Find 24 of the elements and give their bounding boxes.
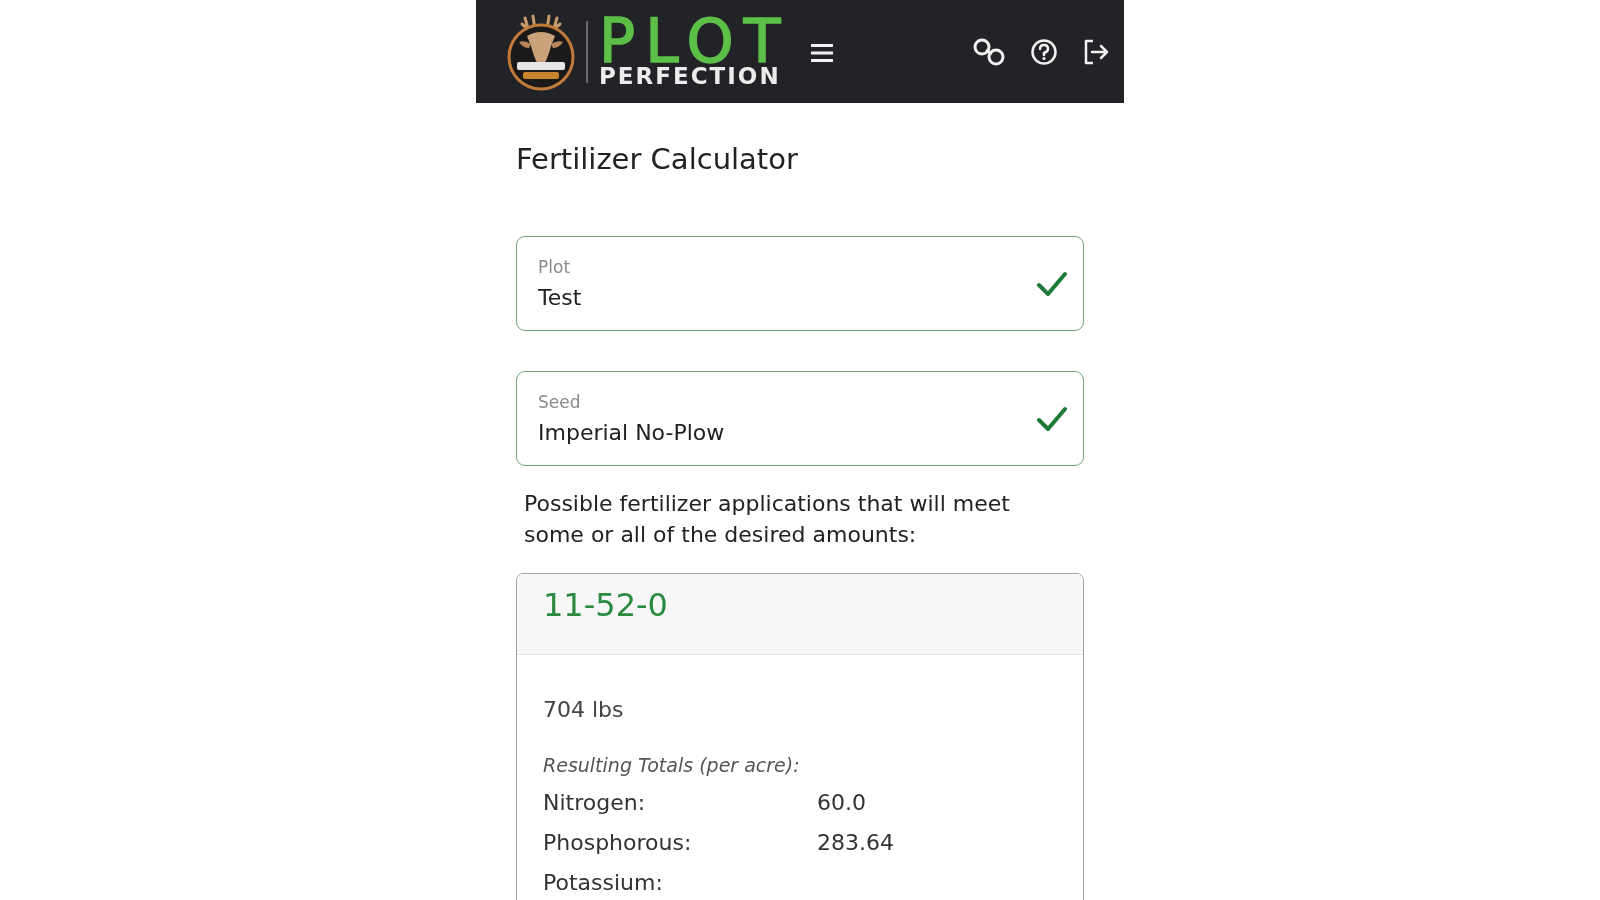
nutrient-label: Potassium: [543,870,664,896]
check-icon [1037,405,1067,432]
link-icon[interactable] [973,37,1005,66]
field-value: Imperial No-Plow [538,419,726,446]
menu-icon[interactable] [810,42,835,63]
fertilizer-amount: 704 lbs [543,697,625,723]
nutrient-label: Nitrogen: [543,790,647,816]
input-field[interactable]: Seed Imperial No-Plow [516,371,1084,466]
check-icon [1037,270,1067,297]
help-icon[interactable] [1031,38,1057,65]
logo-title: PLOT [599,16,791,65]
nutrient-value: 283.64 [817,830,894,856]
page-title: Fertilizer Calculator [516,142,799,176]
results-intro: Possible fertilizer applications that will meet some or all of the desired amounts: [524,490,1011,549]
nutrient-value: 60.0 [817,790,866,816]
field-label: Plot [538,256,572,277]
logout-icon[interactable] [1083,38,1110,65]
input-field[interactable]: Plot Test [516,236,1084,331]
logo-subtitle: PERFECTION [599,64,781,87]
nutrient-label: Phosphorous: [543,830,693,856]
totals-label: Resulting Totals (per acre): [543,753,801,777]
field-value: Test [538,284,583,311]
field-label: Seed [538,391,582,412]
fertilizer-grade: 11-52-0 [543,586,668,624]
